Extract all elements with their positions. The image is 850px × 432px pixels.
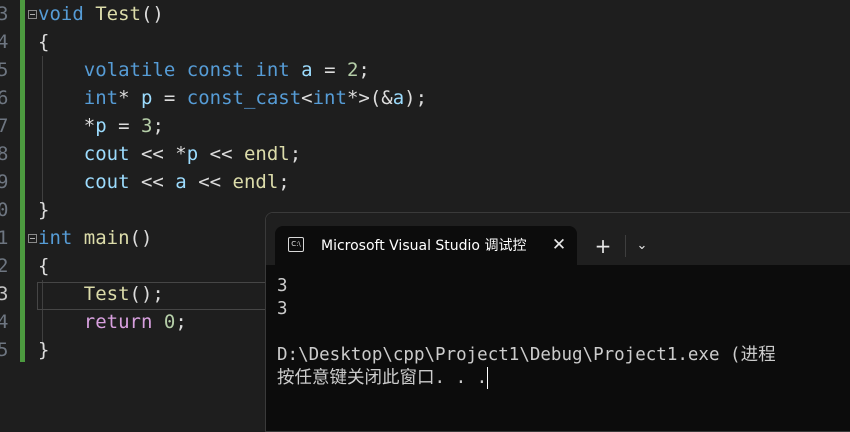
variable: cout xyxy=(83,171,130,193)
close-icon[interactable]: ✕ xyxy=(548,234,570,256)
brace: { xyxy=(38,255,50,277)
function-name: Test xyxy=(83,283,130,305)
output-line-prompt: 按任意键关闭此窗口. . . xyxy=(277,367,850,390)
code-line[interactable]: { xyxy=(38,252,49,280)
number-literal: 2 xyxy=(346,59,359,81)
keyword: int xyxy=(312,87,347,109)
line-number: 2 xyxy=(0,255,9,277)
collapse-icon[interactable] xyxy=(28,234,37,243)
code-line[interactable]: } xyxy=(38,336,49,364)
divider xyxy=(625,235,626,257)
line-number: 3 xyxy=(0,3,9,25)
output-line: 3 xyxy=(277,299,288,319)
code-line[interactable]: *p = 3; xyxy=(38,112,164,140)
output-line-text: 按任意键关闭此窗口. . . xyxy=(277,368,488,388)
code-line[interactable]: cout << a << endl; xyxy=(38,168,290,196)
line-number: 5 xyxy=(0,339,9,361)
operator: *>(& xyxy=(346,87,393,109)
code-line[interactable]: cout << *p << endl; xyxy=(38,140,301,168)
punctuation: ; xyxy=(289,143,302,165)
output-line: 3 xyxy=(277,276,288,296)
operator: = xyxy=(106,115,141,137)
new-tab-button[interactable]: + xyxy=(591,234,615,258)
brace: } xyxy=(38,339,50,361)
code-line[interactable]: volatile const int a = 2; xyxy=(38,56,370,84)
collapse-icon[interactable] xyxy=(28,10,37,19)
line-number: 9 xyxy=(0,171,9,193)
operator: * xyxy=(83,115,96,137)
punctuation: ; xyxy=(278,171,290,193)
terminal-titlebar[interactable]: C:\ Microsoft Visual Studio 调试控制台 ✕ + ⌄ xyxy=(266,213,850,265)
operator: < xyxy=(301,87,313,109)
code-line-current[interactable]: Test(); xyxy=(38,280,164,308)
punctuation: ; xyxy=(175,311,187,333)
line-number: 6 xyxy=(0,87,9,109)
control-keyword: return xyxy=(83,311,153,333)
keyword: void xyxy=(38,3,84,25)
line-number: 5 xyxy=(0,59,9,81)
change-tracking-bar xyxy=(20,0,25,362)
line-number: 0 xyxy=(0,199,9,221)
number-literal: 0 xyxy=(163,311,176,333)
variable: a xyxy=(392,87,405,109)
variable: p xyxy=(140,87,153,109)
number-literal: 3 xyxy=(141,115,153,137)
line-number: 4 xyxy=(0,31,9,53)
line-number: 1 xyxy=(0,227,9,249)
line-number: 4 xyxy=(0,311,9,333)
brace: { xyxy=(38,31,50,53)
variable: p xyxy=(95,115,107,137)
operator: << * xyxy=(129,143,187,165)
function-name: main xyxy=(83,227,130,249)
keyword: const xyxy=(186,59,244,81)
operator: << xyxy=(186,171,233,193)
code-line[interactable]: int main() xyxy=(38,224,152,252)
operator: * xyxy=(118,87,141,109)
operator: << xyxy=(198,143,244,165)
operator: = xyxy=(152,87,187,109)
console-icon: C:\ xyxy=(288,237,304,252)
variable: cout xyxy=(83,143,130,165)
keyword: int xyxy=(83,87,119,109)
console-output[interactable]: 3 3 D:\Desktop\cpp\Project1\Debug\Projec… xyxy=(277,275,850,431)
tab-title: Microsoft Visual Studio 调试控制台 xyxy=(321,238,527,254)
operator: << xyxy=(129,171,176,193)
variable: a xyxy=(175,171,187,193)
text-cursor xyxy=(487,367,489,389)
code-line[interactable]: void Test() xyxy=(38,0,164,28)
line-number-current: 3 xyxy=(0,283,9,305)
variable: p xyxy=(186,143,199,165)
code-line[interactable]: return 0; xyxy=(38,308,187,336)
code-line[interactable]: } xyxy=(38,196,49,224)
function-name: endl xyxy=(232,171,279,193)
keyword: int xyxy=(255,59,290,81)
keyword: int xyxy=(38,227,73,249)
output-line: D:\Desktop\cpp\Project1\Debug\Project1.e… xyxy=(277,345,776,365)
keyword: volatile xyxy=(83,59,176,81)
function-name: endl xyxy=(243,143,290,165)
punctuation: () xyxy=(129,227,153,249)
punctuation: (); xyxy=(129,283,164,305)
code-line[interactable]: int* p = const_cast<int*>(&a); xyxy=(38,84,427,112)
punctuation: ; xyxy=(358,59,370,81)
chevron-down-icon[interactable]: ⌄ xyxy=(631,234,653,258)
brace: } xyxy=(38,199,50,221)
code-line[interactable]: { xyxy=(38,28,49,56)
punctuation: ); xyxy=(404,87,428,109)
function-name: Test xyxy=(95,3,141,25)
punctuation: () xyxy=(140,3,164,25)
operator: = xyxy=(312,59,347,81)
punctuation: ; xyxy=(152,115,164,137)
terminal-tab[interactable]: C:\ Microsoft Visual Studio 调试控制台 ✕ xyxy=(275,226,577,265)
line-number: 8 xyxy=(0,143,9,165)
variable: a xyxy=(301,59,313,81)
line-number: 7 xyxy=(0,115,9,137)
keyword: const_cast xyxy=(186,87,302,109)
debug-console-window[interactable]: C:\ Microsoft Visual Studio 调试控制台 ✕ + ⌄ … xyxy=(265,212,850,432)
